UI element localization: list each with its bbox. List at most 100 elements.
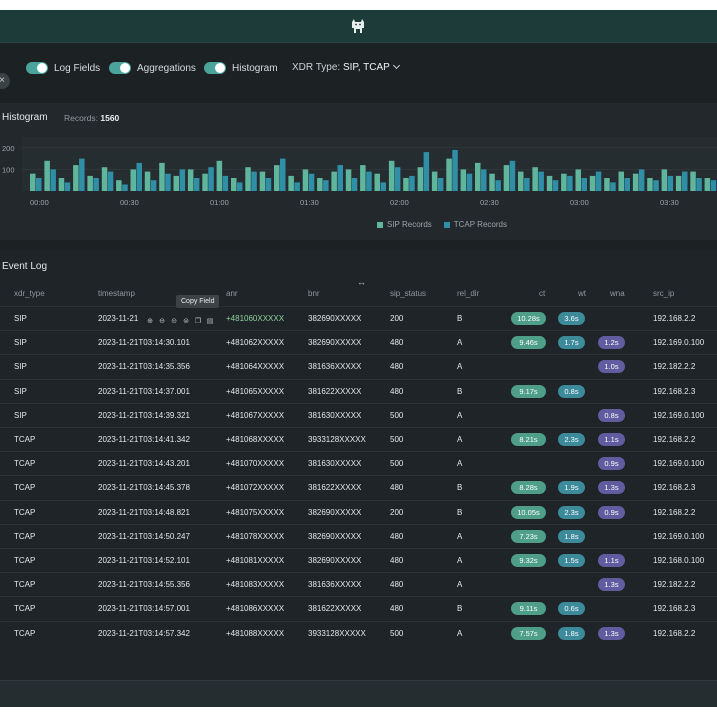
cell-xdr-type[interactable]: TCAP — [14, 483, 35, 492]
bar-tcap[interactable] — [64, 182, 71, 191]
col-header-wt[interactable]: wt — [578, 289, 586, 298]
bar-sip[interactable] — [690, 171, 696, 191]
bar-tcap[interactable] — [179, 169, 186, 191]
cell-timestamp[interactable]: 2023-11-21T03:14:30.101 — [98, 338, 190, 347]
bar-tcap[interactable] — [107, 171, 114, 191]
bar-sip[interactable] — [302, 169, 309, 191]
copy-icon[interactable]: ❐ — [193, 317, 203, 327]
bar-tcap[interactable] — [682, 171, 688, 191]
bar-sip[interactable] — [503, 165, 510, 191]
cell-anr[interactable]: +481060XXXXX — [226, 314, 284, 323]
cell-rel-dir[interactable]: A — [457, 459, 462, 468]
bar-sip[interactable] — [704, 178, 711, 191]
bar-sip[interactable] — [561, 173, 567, 191]
bar-sip[interactable] — [73, 165, 79, 191]
cell-bnr[interactable]: 381622XXXXX — [308, 387, 361, 396]
bar-sip[interactable] — [589, 175, 596, 191]
cell-timestamp[interactable]: 2023-11-21T03:14:48.821 — [98, 508, 190, 517]
cell-src-ip[interactable]: 192.182.2.2 — [653, 580, 695, 589]
cell-timestamp[interactable]: 2023-11-21T03:14:57.001 — [98, 604, 190, 613]
bar-tcap[interactable] — [280, 158, 286, 191]
filter-in-icon[interactable]: ⊜ — [181, 317, 191, 327]
cell-sip-status[interactable]: 480 — [390, 580, 403, 589]
cell-rel-dir[interactable]: A — [457, 362, 462, 371]
cell-xdr-type[interactable]: TCAP — [14, 459, 35, 468]
cell-bnr[interactable]: 381630XXXXX — [308, 411, 361, 420]
cell-anr[interactable]: +481083XXXXX — [226, 580, 284, 589]
bar-sip[interactable] — [546, 175, 553, 191]
cell-anr[interactable]: +481086XXXXX — [226, 604, 284, 613]
bar-sip[interactable] — [575, 169, 582, 191]
cell-timestamp[interactable]: 2023-11-21T03:14:50.247 — [98, 532, 190, 541]
cell-rel-dir[interactable]: B — [457, 483, 462, 492]
bar-tcap[interactable] — [495, 180, 501, 191]
histogram-toggle[interactable]: Histogram — [204, 61, 278, 75]
bar-sip[interactable] — [518, 171, 524, 191]
bar-tcap[interactable] — [538, 171, 544, 191]
bar-sip[interactable] — [675, 175, 682, 191]
cell-anr[interactable]: +481081XXXXX — [226, 556, 284, 565]
cell-xdr-type[interactable]: TCAP — [14, 532, 35, 541]
table-row[interactable]: SIP 2023-11-21T03:14:35.356 +481064XXXXX 38… — [0, 354, 717, 378]
aggregations-toggle[interactable]: Aggregations — [109, 61, 196, 75]
bar-tcap[interactable] — [251, 171, 257, 191]
cell-anr[interactable]: +481065XXXXX — [226, 387, 284, 396]
bar-sip[interactable] — [388, 160, 395, 191]
bar-sip[interactable] — [245, 167, 251, 191]
bar-tcap[interactable] — [351, 178, 358, 191]
cell-src-ip[interactable]: 192.169.0.100 — [653, 459, 704, 468]
table-row[interactable]: TCAP 2023-11-21T03:14:55.356 +481083XXXXX 3… — [0, 572, 717, 596]
bar-sip[interactable] — [331, 171, 337, 191]
cell-timestamp[interactable]: 2023-11-21T03:14:35.356 — [98, 362, 190, 371]
bar-tcap[interactable] — [710, 180, 717, 191]
bar-sip[interactable] — [274, 165, 280, 191]
cell-bnr[interactable]: 382690XXXXX — [308, 314, 361, 323]
bar-tcap[interactable] — [265, 178, 272, 191]
cell-bnr[interactable]: 382690XXXXX — [308, 508, 361, 517]
cell-xdr-type[interactable]: TCAP — [14, 604, 35, 613]
bar-tcap[interactable] — [165, 173, 171, 191]
table-row[interactable]: TCAP 2023-11-21T03:14:45.378 +481072XXXXX 3… — [0, 475, 717, 499]
bar-tcap[interactable] — [36, 178, 42, 191]
cell-src-ip[interactable]: 192.168.2.2 — [653, 435, 695, 444]
bar-tcap[interactable] — [323, 180, 329, 191]
cell-rel-dir[interactable]: B — [457, 314, 462, 323]
zoom-in-icon[interactable]: ⊕ — [145, 317, 155, 327]
col-header-bnr[interactable]: bnr — [308, 289, 320, 298]
cell-sip-status[interactable]: 500 — [390, 411, 403, 420]
bar-sip[interactable] — [417, 167, 424, 191]
bar-tcap[interactable] — [481, 169, 487, 191]
bar-tcap[interactable] — [423, 152, 430, 191]
cell-timestamp[interactable]: 2023-11-21T03:14:45.378 — [98, 483, 190, 492]
bar-sip[interactable] — [130, 169, 137, 191]
bar-sip[interactable] — [403, 178, 409, 191]
bar-tcap[interactable] — [294, 182, 300, 191]
col-header-sip-status[interactable]: sip_status — [390, 289, 426, 298]
cell-sip-status[interactable]: 480 — [390, 362, 403, 371]
cell-sip-status[interactable]: 480 — [390, 604, 403, 613]
bar-sip[interactable] — [101, 167, 108, 191]
bar-tcap[interactable] — [667, 175, 674, 191]
bar-tcap[interactable] — [653, 180, 659, 191]
col-header-rel-dir[interactable]: rel_dir — [457, 289, 479, 298]
bar-sip[interactable] — [618, 171, 625, 191]
bar-tcap[interactable] — [624, 178, 631, 191]
cell-xdr-type[interactable]: SIP — [14, 338, 27, 347]
col-header-wna[interactable]: wna — [610, 289, 625, 298]
cell-sip-status[interactable]: 480 — [390, 338, 403, 347]
bar-tcap[interactable] — [452, 150, 458, 191]
bar-tcap[interactable] — [466, 173, 473, 191]
table-row[interactable]: TCAP 2023-11-21T03:14:41.342 +481068XXXXX 3… — [0, 427, 717, 451]
bar-sip[interactable] — [647, 178, 653, 191]
cell-src-ip[interactable]: 192.168.0.100 — [653, 556, 704, 565]
table-row[interactable]: TCAP 2023-11-21T03:14:43.201 +481070XXXXX 3… — [0, 451, 717, 475]
cell-timestamp[interactable]: 2023-11-21T03:14:52.101 — [98, 556, 190, 565]
cell-src-ip[interactable]: 192.169.0.100 — [653, 338, 704, 347]
bar-tcap[interactable] — [122, 184, 128, 192]
bar-sip[interactable] — [532, 167, 538, 191]
bar-sip[interactable] — [87, 175, 93, 191]
cell-anr[interactable]: +481068XXXXX — [226, 435, 284, 444]
cell-bnr[interactable]: 382690XXXXX — [308, 532, 361, 541]
cell-rel-dir[interactable]: A — [457, 556, 462, 565]
table-row[interactable]: SIP 2023-11-21 +481060XXXXX 382690XXXXX 200 B… — [0, 306, 717, 330]
